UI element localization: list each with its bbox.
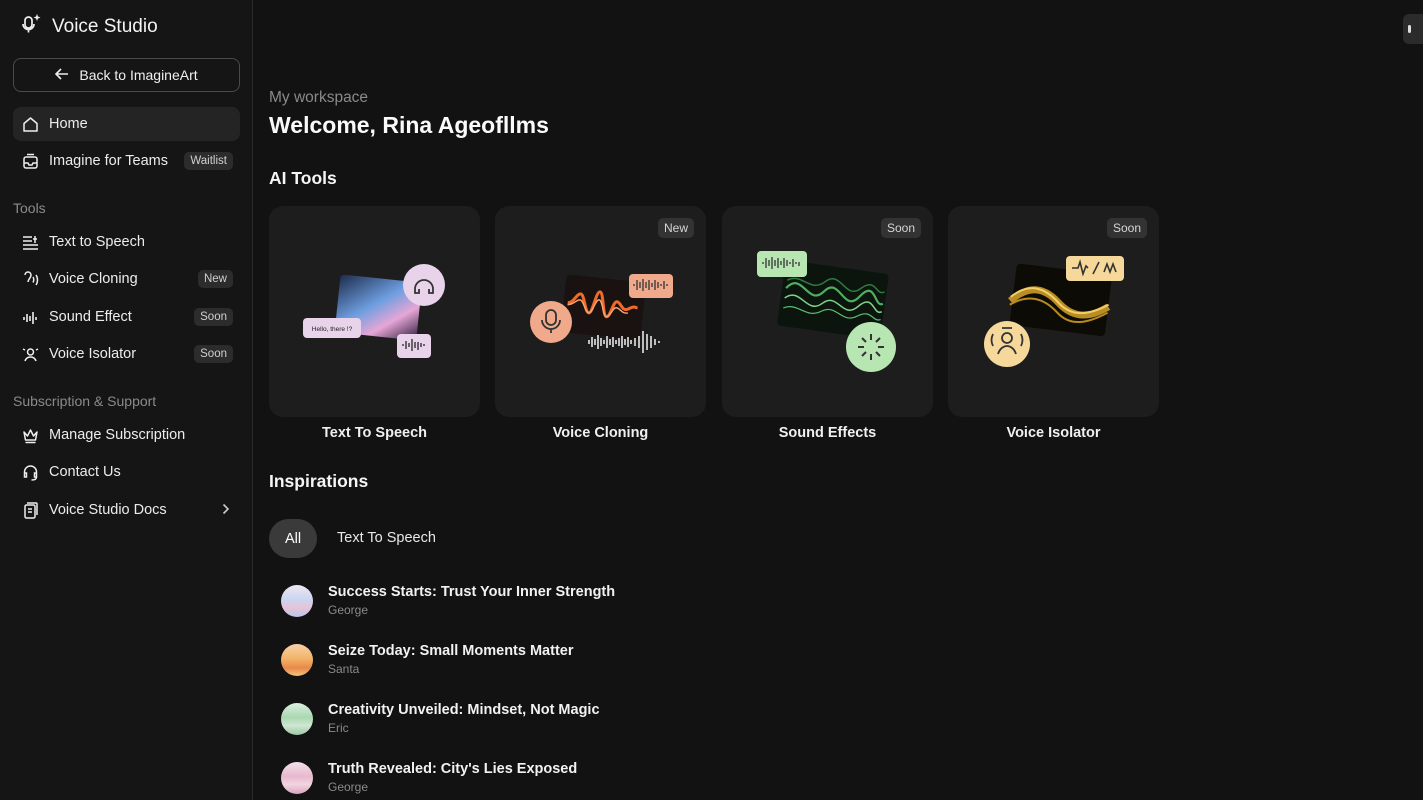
docs-icon	[21, 501, 39, 519]
headset-icon	[21, 463, 39, 481]
inspiration-voice: Eric	[328, 721, 349, 735]
tool-name-voice-cloning: Voice Cloning	[552, 425, 649, 441]
tool-card-text-to-speech[interactable]: Hello, there !?	[269, 206, 480, 417]
tools-heading: Tools	[13, 200, 46, 216]
inspirations-heading: Inspirations	[269, 471, 369, 491]
list-item[interactable]: Seize Today: Small Moments Matter Santa	[281, 643, 573, 676]
inbox-icon	[21, 152, 39, 170]
inspiration-title: Truth Revealed: City's Lies Exposed	[328, 761, 578, 777]
tool-name-voice-isolator: Voice Isolator	[1006, 425, 1101, 441]
app-title: Voice Studio	[52, 15, 158, 37]
nav-tts-label: Text to Speech	[49, 234, 145, 250]
chevron-right-icon	[222, 502, 230, 518]
nav-sound-effect-label: Sound Effect	[49, 309, 132, 325]
home-icon	[21, 115, 39, 133]
nav-voice-isolator-label: Voice Isolator	[49, 346, 137, 362]
soon-badge: Soon	[880, 218, 921, 238]
arrow-left-icon	[55, 67, 69, 83]
nav-sound-effect[interactable]: Sound Effect Soon	[13, 300, 240, 334]
back-to-imagineart-button[interactable]: Back to ImagineArt	[13, 58, 240, 92]
filter-all-button[interactable]: All	[269, 519, 317, 558]
tool-card-sound-effects[interactable]: Soon	[722, 206, 933, 417]
inspiration-voice: George	[328, 780, 369, 794]
text-to-speech-illustration: Hello, there !?	[303, 264, 445, 358]
nav-voice-cloning[interactable]: Voice Cloning New	[13, 262, 240, 296]
subscription-support-heading: Subscription & Support	[13, 393, 157, 409]
tool-name-sound-effects: Sound Effects	[778, 425, 877, 441]
back-label: Back to ImagineArt	[79, 67, 198, 83]
soon-badge: Soon	[1106, 218, 1147, 238]
inspiration-thumbnail	[281, 584, 313, 617]
nav-imagine-for-teams[interactable]: Imagine for Teams Waitlist	[13, 144, 240, 178]
inspiration-thumbnail	[281, 643, 313, 676]
crown-icon	[21, 426, 39, 444]
soon-badge: Soon	[194, 308, 233, 326]
nav-manage-subscription[interactable]: Manage Subscription	[13, 418, 240, 452]
main-content: My workspace Welcome, Rina Ageofllms AI …	[253, 0, 1423, 800]
new-badge: New	[197, 270, 233, 288]
inspiration-title: Creativity Unveiled: Mindset, Not Magic	[328, 702, 600, 718]
nav-docs-label: Voice Studio Docs	[49, 502, 167, 518]
waitlist-badge: Waitlist	[184, 152, 233, 170]
nav-home-label: Home	[49, 116, 88, 132]
tool-card-voice-cloning[interactable]: New	[495, 206, 706, 417]
nav-teams-label: Imagine for Teams	[49, 153, 169, 169]
sound-wave-icon	[21, 308, 39, 326]
nav-contact-us-label: Contact Us	[49, 464, 121, 480]
inspiration-voice: George	[328, 603, 369, 617]
inspiration-voice: Santa	[328, 662, 360, 676]
nav-home[interactable]: Home	[13, 107, 240, 141]
breadcrumb: My workspace	[269, 89, 369, 106]
soon-badge: Soon	[194, 345, 233, 363]
list-item[interactable]: Truth Revealed: City's Lies Exposed Geor…	[281, 761, 577, 794]
nav-voice-cloning-label: Voice Cloning	[49, 271, 138, 287]
new-badge: New	[657, 218, 694, 238]
nav-voice-studio-docs[interactable]: Voice Studio Docs	[13, 493, 240, 527]
voice-studio-logo-icon	[22, 13, 42, 40]
page-title: Welcome, Rina Ageofllms	[269, 112, 549, 138]
bubble-text: Hello, there !?	[312, 326, 353, 333]
sidebar: Voice Studio Back to ImagineArt Home Ima…	[0, 0, 253, 800]
inspiration-thumbnail	[281, 761, 313, 794]
tool-card-voice-isolator[interactable]: Soon	[948, 206, 1159, 417]
side-panel-toggle[interactable]	[1403, 14, 1423, 44]
filter-text-to-speech-button[interactable]: Text To Speech	[337, 530, 436, 546]
inspiration-thumbnail	[281, 702, 313, 735]
text-lines-icon	[21, 233, 39, 251]
nav-manage-subscription-label: Manage Subscription	[49, 427, 186, 443]
voice-isolator-icon	[21, 345, 39, 363]
ai-tools-heading: AI Tools	[269, 168, 337, 188]
tool-name-text-to-speech: Text To Speech	[321, 425, 427, 441]
inspiration-title: Success Starts: Trust Your Inner Strengt…	[328, 584, 616, 600]
brand[interactable]: Voice Studio	[22, 13, 158, 40]
inspiration-title: Seize Today: Small Moments Matter	[328, 643, 574, 659]
nav-contact-us[interactable]: Contact Us	[13, 455, 240, 489]
list-item[interactable]: Creativity Unveiled: Mindset, Not Magic …	[281, 702, 600, 735]
voice-cloning-icon	[21, 270, 39, 288]
nav-text-to-speech[interactable]: Text to Speech	[13, 225, 240, 259]
list-item[interactable]: Success Starts: Trust Your Inner Strengt…	[281, 584, 615, 617]
nav-voice-isolator[interactable]: Voice Isolator Soon	[13, 337, 240, 371]
